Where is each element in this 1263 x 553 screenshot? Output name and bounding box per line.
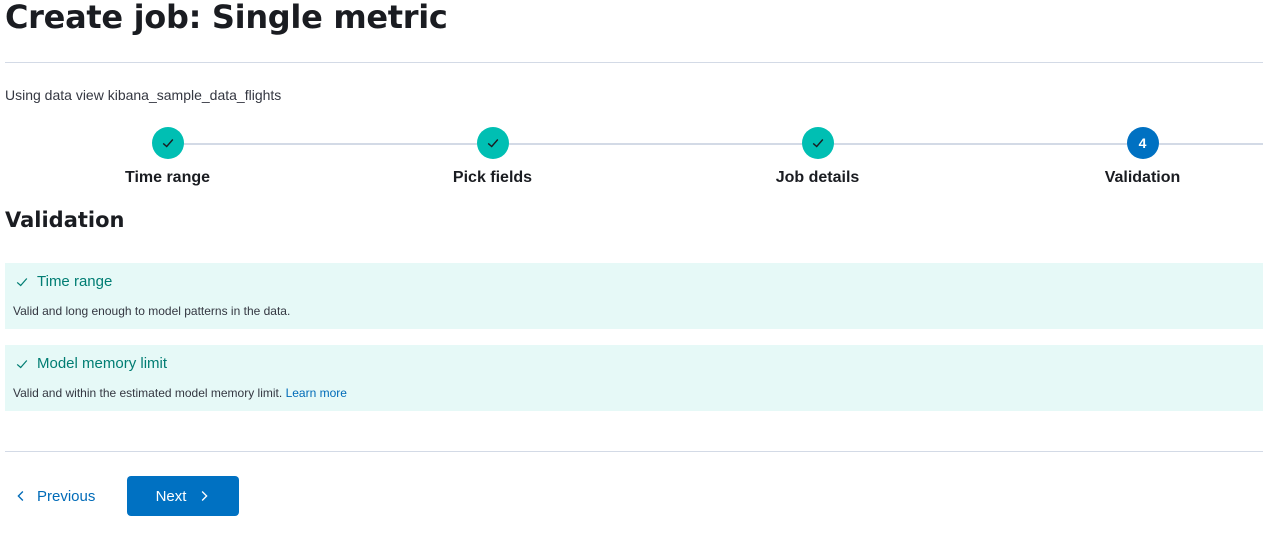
- step-label: Job details: [775, 169, 860, 186]
- validation-callout-time-range: Time range Valid and long enough to mode…: [5, 263, 1263, 329]
- step-label: Pick fields: [452, 169, 533, 186]
- callout-text: Valid and long enough to model patterns …: [13, 304, 291, 318]
- callout-title: Time range: [37, 273, 113, 290]
- chevron-left-icon: [15, 490, 27, 502]
- callout-text: Valid and within the estimated model mem…: [13, 386, 283, 400]
- header-divider: [5, 62, 1263, 63]
- step-complete-indicator: [151, 127, 184, 159]
- previous-button-label: Previous: [37, 487, 96, 505]
- check-icon: [162, 139, 173, 148]
- step-pick-fields[interactable]: Pick fields: [330, 127, 655, 187]
- callout-title: Model memory limit: [37, 355, 168, 372]
- next-button[interactable]: Next: [127, 476, 239, 516]
- step-complete-indicator: [801, 127, 834, 159]
- callout-text-row: Valid and within the estimated model mem…: [13, 386, 347, 400]
- check-icon: [15, 275, 29, 289]
- footer-divider: [5, 451, 1263, 452]
- previous-button[interactable]: Previous: [5, 476, 105, 516]
- step-label: Validation: [1104, 169, 1181, 186]
- learn-more-link[interactable]: Learn more: [286, 386, 347, 400]
- step-complete-indicator: [476, 127, 509, 159]
- chevron-right-icon: [198, 490, 210, 502]
- validation-callout-model-memory-limit: Model memory limit Valid and within the …: [5, 345, 1263, 411]
- data-view-subtitle: Using data view kibana_sample_data_fligh…: [5, 87, 282, 103]
- wizard-stepper: Time range Pick fields Job details 4 Val…: [5, 127, 1263, 192]
- step-time-range[interactable]: Time range: [5, 127, 330, 187]
- step-number: 4: [1126, 127, 1159, 159]
- page-title: Create job: Single metric: [5, 0, 448, 36]
- step-job-details[interactable]: Job details: [655, 127, 980, 187]
- check-icon: [812, 139, 823, 148]
- step-label: Time range: [124, 169, 211, 186]
- check-icon: [15, 357, 29, 371]
- section-title: Validation: [5, 208, 125, 232]
- step-validation: 4 Validation: [980, 127, 1263, 187]
- next-button-label: Next: [155, 487, 187, 505]
- check-icon: [487, 139, 498, 148]
